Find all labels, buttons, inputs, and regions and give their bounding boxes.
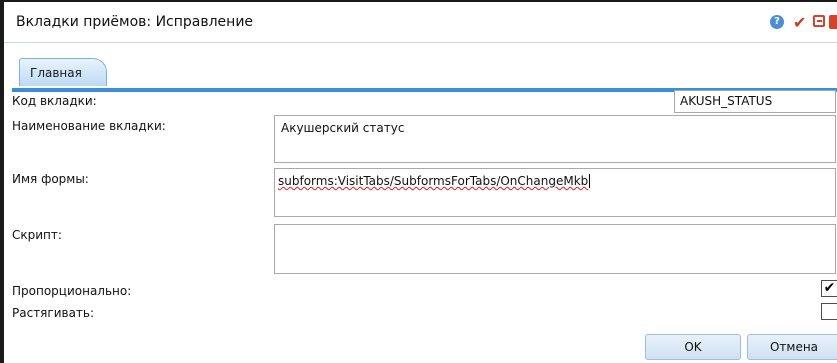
form-name-label: Имя формы: (12, 172, 89, 186)
proportional-checkbox[interactable]: ✔ (821, 280, 837, 297)
form-name-value: subforms:VisitTabs/SubformsForTabs/OnCha… (278, 174, 589, 188)
script-input[interactable] (274, 224, 836, 274)
tab-name-input[interactable]: Акушерский статус (274, 115, 836, 163)
help-icon[interactable]: ? (770, 15, 784, 29)
title-bar: Вкладки приёмов: Исправление ? ✔ (4, 2, 837, 43)
ok-button[interactable]: OK (645, 334, 741, 360)
window-title: Вкладки приёмов: Исправление (16, 14, 254, 30)
dialog-window: Вкладки приёмов: Исправление ? ✔ Главная… (0, 0, 837, 363)
tab-code-label: Код вкладки: (12, 94, 97, 108)
script-label: Скрипт: (12, 228, 62, 242)
stretch-label: Растягивать: (12, 306, 95, 320)
tab-code-input[interactable]: AKUSH_STATUS (674, 90, 836, 113)
stretch-checkbox[interactable] (821, 303, 837, 320)
form-name-input[interactable]: subforms:VisitTabs/SubformsForTabs/OnCha… (274, 168, 836, 217)
minimize-icon[interactable] (813, 15, 825, 27)
tab-strip: Главная (12, 58, 837, 92)
close-icon[interactable] (829, 15, 837, 29)
tab-name-label: Наименование вкладки: (12, 119, 166, 133)
text-cursor: ​ (589, 174, 591, 188)
proportional-label: Пропорционально: (12, 284, 132, 298)
cancel-button[interactable]: Отмена (747, 334, 837, 360)
check-icon[interactable]: ✔ (793, 13, 807, 32)
tab-main[interactable]: Главная (19, 58, 107, 86)
